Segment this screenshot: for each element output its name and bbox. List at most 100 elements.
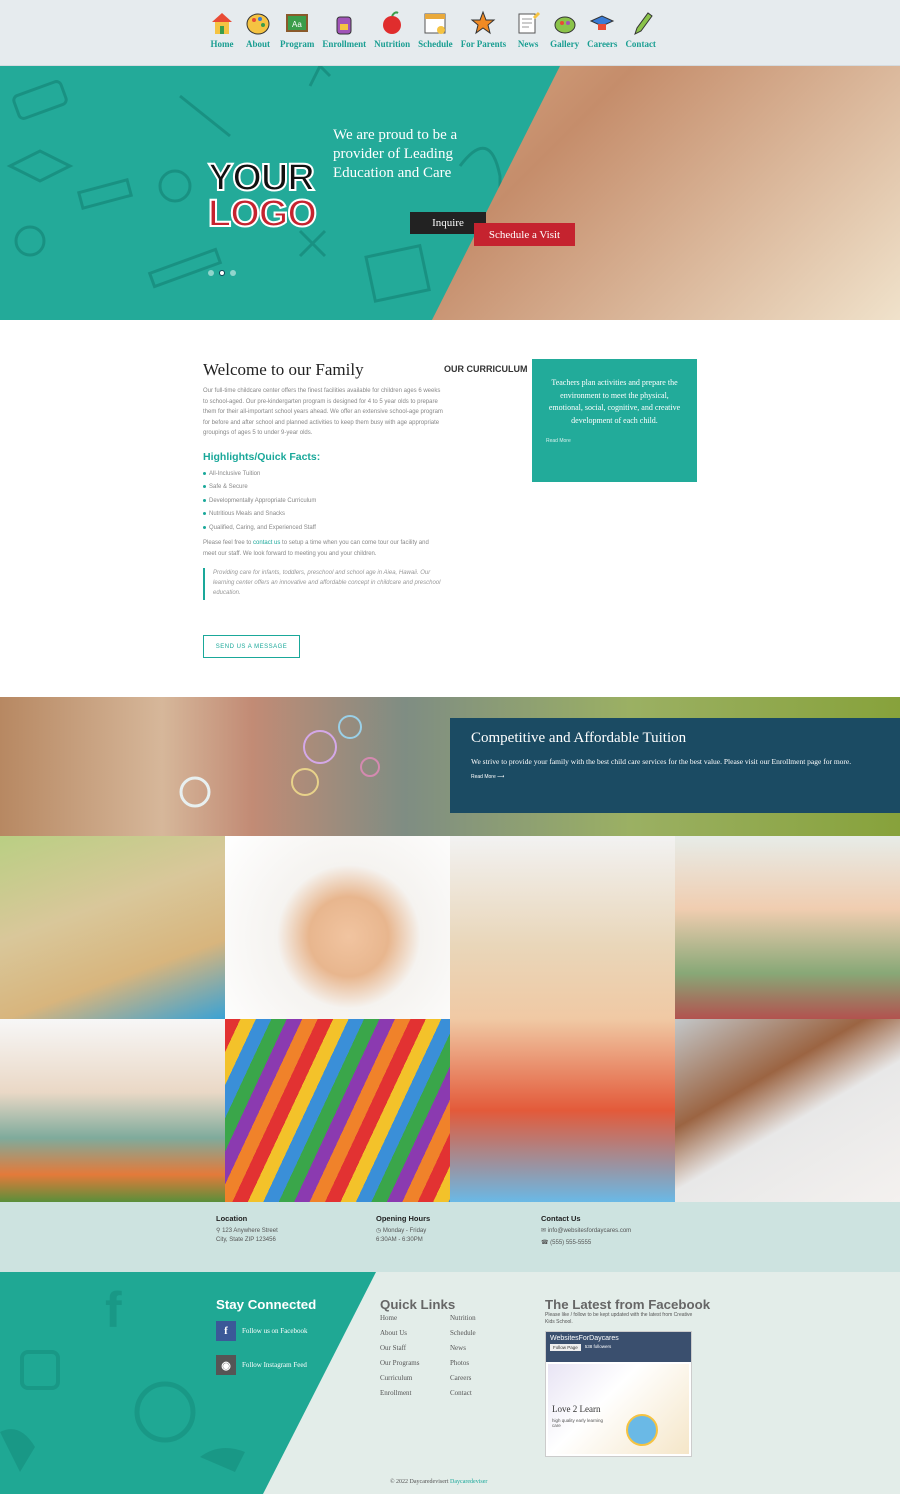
hours-times: 6:30AM - 6:30PM — [376, 1236, 423, 1243]
footer-link-contact[interactable]: Contact — [450, 1386, 476, 1401]
footer-link-about-us[interactable]: About Us — [380, 1326, 419, 1341]
nav-about[interactable]: About — [244, 8, 272, 49]
gallery-photo-sandbox[interactable] — [0, 836, 225, 1019]
schedule-visit-button[interactable]: Schedule a Visit — [474, 223, 575, 246]
slider-dot[interactable] — [230, 270, 236, 276]
quick-links-col2: Nutrition Schedule News Photos Careers C… — [450, 1311, 476, 1401]
facebook-widget-header: WebsitesForDaycares Follow Page 538 foll… — [546, 1332, 691, 1362]
nav-home-label: Home — [210, 39, 234, 49]
nav-program-label: Program — [280, 39, 315, 49]
address-line1: 123 Anywhere Street — [222, 1228, 278, 1234]
copyright-text: © 2022 Daycaredevisert — [390, 1479, 449, 1485]
quick-facts-list: All-Inclusive Tuition Safe & Secure Deve… — [203, 471, 443, 531]
facebook-post-image: Love 2 Learn high quality early learning… — [548, 1364, 689, 1454]
tuition-read-more-link[interactable]: Read More ⟶ — [471, 774, 879, 780]
footer-link-curriculum[interactable]: Curriculum — [380, 1371, 419, 1386]
gallery-photo-girl-blocks[interactable] — [450, 836, 675, 1202]
hours-title: Opening Hours — [376, 1214, 431, 1223]
facebook-post-photo — [626, 1414, 658, 1446]
contact-paragraph: Please feel free to contact us to setup … — [203, 538, 443, 559]
welcome-intro: Our full-time childcare center offers th… — [203, 388, 443, 436]
stay-connected-title: Stay Connected — [216, 1297, 317, 1312]
palette-icon — [246, 13, 270, 35]
nav-about-label: About — [245, 39, 270, 49]
nav-gallery[interactable]: Gallery — [550, 8, 579, 49]
gallery-photo-smiling-boy[interactable] — [675, 836, 900, 1019]
nav-enrollment-label: Enrollment — [322, 39, 367, 49]
hours-block: Opening Hours ◷ Monday - Friday 6:30AM -… — [376, 1214, 430, 1244]
footer-link-our-programs[interactable]: Our Programs — [380, 1356, 419, 1371]
info-bar — [0, 1202, 900, 1272]
gallery-photo-toddler-vegetables[interactable] — [0, 1019, 225, 1202]
nav-careers[interactable]: Careers — [587, 8, 617, 49]
contact-us-link[interactable]: contact us — [253, 540, 280, 546]
hero-tagline: We are proud to be a provider of Leading… — [333, 127, 458, 181]
copyright-brand-link[interactable]: Daycaredeviser — [450, 1479, 487, 1485]
chalkboard-icon: Aa — [286, 14, 309, 32]
nav-for-parents[interactable]: For Parents — [461, 8, 506, 49]
nav-home[interactable]: Home — [208, 8, 236, 49]
nav-contact[interactable]: Contact — [625, 8, 656, 49]
facebook-feed-widget[interactable]: WebsitesForDaycares Follow Page 538 foll… — [545, 1331, 692, 1457]
gallery-photo-hand-drawing[interactable] — [675, 1019, 900, 1202]
instagram-link[interactable]: ◉ Follow Instagram Feed — [216, 1355, 307, 1375]
footer-link-our-staff[interactable]: Our Staff — [380, 1341, 419, 1356]
graduation-cap-icon — [590, 15, 615, 30]
nav-careers-label: Careers — [587, 39, 618, 49]
address-line2: City, State ZIP 123456 — [216, 1236, 276, 1243]
slider-dots — [208, 270, 236, 276]
slider-dot-active[interactable] — [219, 270, 225, 276]
nav-schedule[interactable]: Schedule — [418, 8, 453, 49]
tuition-text: We strive to provide your family with th… — [471, 757, 852, 766]
send-message-button[interactable]: SEND US A MESSAGE — [203, 635, 300, 658]
facebook-feed-text: Please like / follow to be kept updated … — [545, 1312, 693, 1325]
footer-link-careers[interactable]: Careers — [450, 1371, 476, 1386]
facebook-post-subtitle: high quality early learning care — [552, 1418, 604, 1428]
footer-link-nutrition[interactable]: Nutrition — [450, 1311, 476, 1326]
welcome-title: Welcome to our Family — [203, 360, 364, 379]
nav-news[interactable]: News — [514, 8, 542, 49]
nav-program[interactable]: Aa Program — [280, 8, 314, 49]
phone-icon: ☎ — [541, 1239, 551, 1246]
location-title: Location — [216, 1214, 248, 1223]
curriculum-read-more-link[interactable]: Read More — [546, 438, 683, 444]
footer-link-schedule[interactable]: Schedule — [450, 1326, 476, 1341]
phone-link[interactable]: (555) 555-5555 — [550, 1240, 591, 1246]
stay-connected-block: Stay Connected — [216, 1297, 316, 1312]
quick-facts-title: Highlights/Quick Facts: — [203, 450, 321, 463]
house-icon — [212, 13, 232, 34]
facebook-follow-button[interactable]: Follow Page — [550, 1344, 581, 1351]
quick-links-title: Quick Links — [380, 1297, 456, 1312]
slider-dot[interactable] — [208, 270, 214, 276]
star-icon — [471, 10, 496, 35]
email-link[interactable]: info@websitesfordaycares.com — [548, 1228, 631, 1234]
location-block: Location ⚲ 123 Anywhere Street City, Sta… — [216, 1214, 278, 1244]
gallery-photo-painted-hand[interactable] — [225, 836, 450, 1019]
welcome-section: Welcome to our Family Our full-time chil… — [203, 360, 443, 600]
footer-link-home[interactable]: Home — [380, 1311, 419, 1326]
nav-nutrition[interactable]: Nutrition — [374, 8, 410, 49]
nav-for-parents-label: For Parents — [460, 39, 507, 49]
mission-quote: Providing care for infants, toddlers, pr… — [203, 568, 443, 600]
nav-enrollment[interactable]: Enrollment — [322, 8, 366, 49]
site-logo[interactable]: YOUR LOGO — [207, 157, 318, 234]
footer-link-enrollment[interactable]: Enrollment — [380, 1386, 419, 1401]
logo-line1: YOUR — [207, 157, 316, 199]
footer-link-news[interactable]: News — [450, 1341, 476, 1356]
facebook-icon: f — [216, 1321, 236, 1341]
backpack-icon — [336, 16, 352, 35]
nav-contact-label: Contact — [625, 39, 656, 49]
instagram-label: Follow Instagram Feed — [242, 1361, 307, 1369]
list-item: Qualified, Caring, and Experienced Staff — [203, 525, 443, 531]
gallery-photo-crayons[interactable] — [225, 1019, 450, 1202]
footer-link-photos[interactable]: Photos — [450, 1356, 476, 1371]
hero-banner — [0, 66, 900, 320]
nav-schedule-label: Schedule — [418, 39, 453, 49]
calendar-icon — [424, 13, 446, 34]
facebook-link[interactable]: f Follow us on Facebook — [216, 1321, 308, 1341]
paint-icon — [554, 16, 576, 34]
svg-text:Aa: Aa — [292, 20, 302, 29]
facebook-page-name: WebsitesForDaycares — [550, 1335, 619, 1342]
instagram-icon: ◉ — [216, 1355, 236, 1375]
clock-icon: ◷ — [376, 1228, 383, 1234]
